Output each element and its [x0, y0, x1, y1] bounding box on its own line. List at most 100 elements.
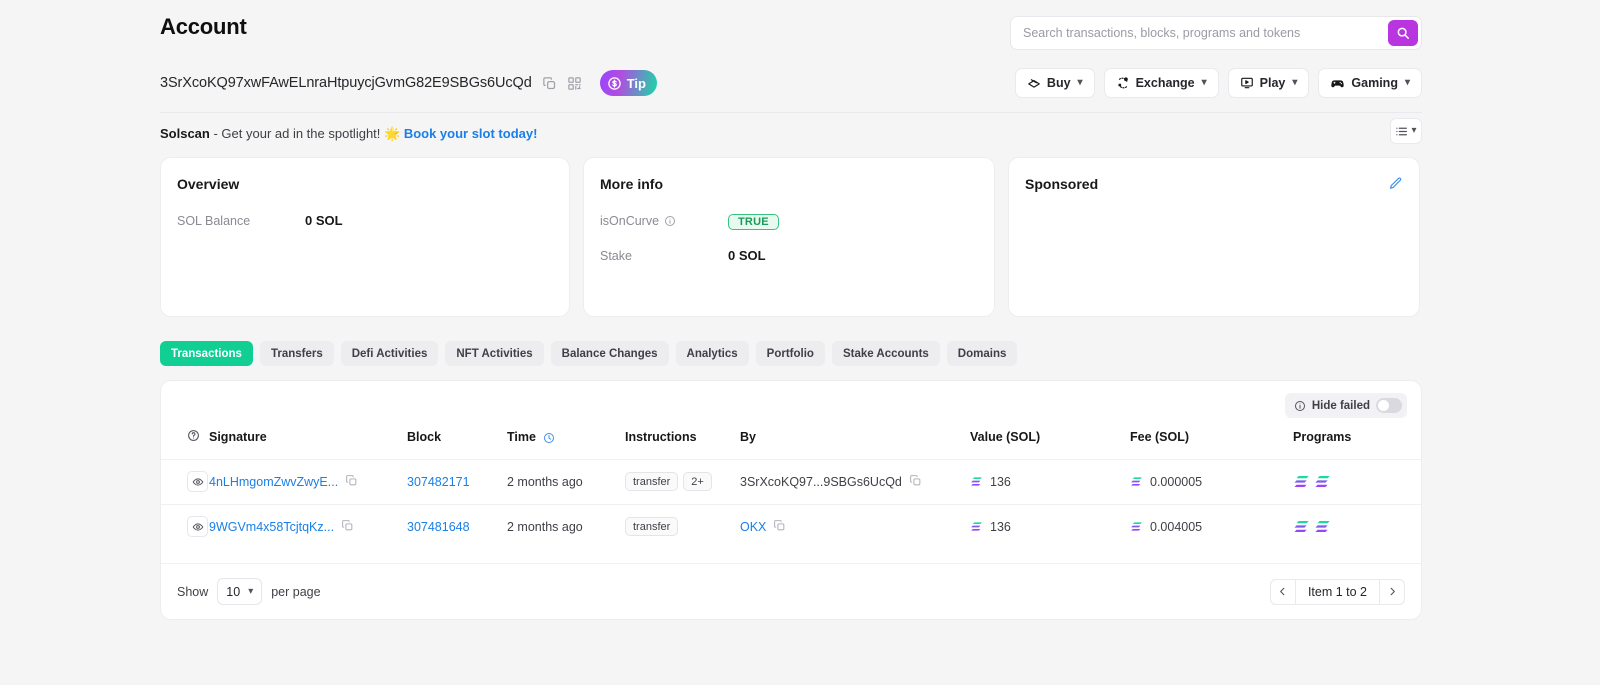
search-icon [1396, 26, 1410, 40]
col-programs: Programs [1293, 429, 1421, 459]
page-range-label: Item 1 to 2 [1296, 579, 1379, 605]
more-info-row-stake: Stake 0 SOL [600, 246, 978, 265]
search-button[interactable] [1388, 20, 1418, 46]
col-time[interactable]: Time [507, 429, 625, 459]
tab-analytics[interactable]: Analytics [676, 341, 749, 366]
program-icon[interactable] [1293, 518, 1310, 535]
per-page-control: Show 10 ▾ per page [177, 578, 321, 605]
col-block: Block [407, 429, 507, 459]
value-amount: 136 [990, 475, 1011, 489]
search-bar[interactable] [1010, 16, 1422, 50]
program-icon[interactable] [1314, 518, 1331, 535]
copy-icon[interactable] [341, 519, 354, 535]
program-icon[interactable] [1293, 473, 1310, 490]
row-programs-cell [1293, 459, 1421, 504]
ad-banner: Solscan - Get your ad in the spotlight! … [160, 120, 1422, 148]
play-button[interactable]: Play ▾ [1228, 68, 1310, 98]
solana-icon [1130, 475, 1143, 488]
row-block-cell: 307482171 [407, 459, 507, 504]
col-instructions: Instructions [625, 429, 740, 459]
tab-transfers[interactable]: Transfers [260, 341, 334, 366]
ad-banner-text: Solscan - Get your ad in the spotlight! … [160, 126, 537, 142]
row-fee-cell: 0.004005 [1130, 504, 1293, 549]
by-address: 3SrXcoKQ97...9SBGs6UcQd [740, 475, 902, 489]
chevron-down-icon: ▾ [248, 587, 253, 597]
per-page-select[interactable]: 10 ▾ [217, 578, 262, 605]
pagination-controls: Item 1 to 2 [1270, 579, 1405, 605]
by-link[interactable]: OKX [740, 520, 766, 534]
sponsored-title: Sponsored [1025, 176, 1403, 192]
copy-icon[interactable] [773, 519, 786, 535]
transactions-panel: Hide failed Signature Block Time [160, 380, 1422, 620]
solana-icon [970, 520, 983, 533]
tab-portfolio[interactable]: Portfolio [756, 341, 825, 366]
row-value-cell: 136 [970, 504, 1130, 549]
next-page-button[interactable] [1379, 579, 1405, 605]
eye-icon[interactable] [187, 471, 208, 492]
copy-icon[interactable] [542, 76, 557, 91]
account-tabs: Transactions Transfers Defi Activities N… [160, 341, 1017, 366]
overview-row-label: SOL Balance [177, 214, 305, 228]
overview-row-value: 0 SOL [305, 213, 343, 228]
search-input[interactable] [1011, 17, 1388, 49]
instruction-pill[interactable]: transfer [625, 517, 678, 536]
row-instructions-cell: transfer [625, 504, 740, 549]
chevron-down-icon: ▾ [1202, 78, 1207, 88]
clock-icon [543, 432, 555, 444]
tab-domains[interactable]: Domains [947, 341, 1018, 366]
block-link[interactable]: 307482171 [407, 475, 470, 489]
toggle-switch[interactable] [1376, 398, 1402, 413]
chevron-left-icon [1277, 586, 1288, 597]
col-time-label: Time [507, 430, 536, 444]
eye-icon[interactable] [187, 516, 208, 537]
transactions-table: Signature Block Time Instructions By Val… [161, 429, 1421, 549]
buy-icon [1027, 76, 1041, 90]
row-by-cell: OKX [740, 504, 970, 549]
ad-cta-link[interactable]: Book your slot today! [404, 126, 538, 141]
table-row: 9WGVm4x58TcjtqKz... 307481648 [161, 504, 1421, 549]
signature-link[interactable]: 9WGVm4x58TcjtqKz... [209, 520, 334, 534]
exchange-button[interactable]: Exchange ▾ [1104, 68, 1219, 98]
row-status-cell [161, 459, 209, 504]
more-info-row-label-text: isOnCurve [600, 214, 659, 228]
list-menu-icon [1395, 125, 1408, 138]
row-fee-cell: 0.000005 [1130, 459, 1293, 504]
pencil-icon[interactable] [1388, 176, 1403, 196]
tab-defi-activities[interactable]: Defi Activities [341, 341, 439, 366]
row-time-cell: 2 months ago [507, 504, 625, 549]
tab-nft-activities[interactable]: NFT Activities [445, 341, 543, 366]
summary-cards: Overview SOL Balance 0 SOL More info isO… [160, 157, 1420, 317]
fee-amount: 0.000005 [1150, 475, 1202, 489]
account-address: 3SrXcoKQ97xwFAwELnraHtpuycjGvmG82E9SBGs6… [160, 75, 532, 91]
col-by: By [740, 429, 970, 459]
instruction-pill[interactable]: transfer [625, 472, 678, 491]
gaming-button-label: Gaming [1351, 76, 1398, 90]
play-button-label: Play [1260, 76, 1286, 90]
qr-code-icon[interactable] [567, 76, 582, 91]
status-badge: TRUE [728, 214, 779, 230]
info-icon[interactable] [664, 215, 676, 227]
row-programs-cell [1293, 504, 1421, 549]
copy-icon[interactable] [345, 474, 358, 490]
solana-icon [1130, 520, 1143, 533]
tab-transactions[interactable]: Transactions [160, 341, 253, 366]
hide-failed-toggle[interactable]: Hide failed [1285, 393, 1407, 418]
ad-menu-button[interactable]: ▾ [1390, 118, 1422, 144]
solana-icon [970, 475, 983, 488]
tip-button[interactable]: Tip [600, 70, 657, 96]
buy-button[interactable]: Buy ▾ [1015, 68, 1095, 98]
isoncurve-value: TRUE [728, 212, 779, 230]
tab-balance-changes[interactable]: Balance Changes [551, 341, 669, 366]
tab-stake-accounts[interactable]: Stake Accounts [832, 341, 940, 366]
account-address-row: 3SrXcoKQ97xwFAwELnraHtpuycjGvmG82E9SBGs6… [160, 70, 657, 96]
gaming-button[interactable]: Gaming ▾ [1318, 68, 1422, 98]
prev-page-button[interactable] [1270, 579, 1296, 605]
row-block-cell: 307481648 [407, 504, 507, 549]
copy-icon[interactable] [909, 474, 922, 490]
header-actions: Buy ▾ Exchange ▾ Play [1015, 68, 1422, 98]
signature-link[interactable]: 4nLHmgomZwvZwyE... [209, 475, 338, 489]
chevron-down-icon: ▾ [1405, 78, 1410, 88]
program-icon[interactable] [1314, 473, 1331, 490]
instruction-more-pill[interactable]: 2+ [683, 472, 712, 491]
block-link[interactable]: 307481648 [407, 520, 470, 534]
